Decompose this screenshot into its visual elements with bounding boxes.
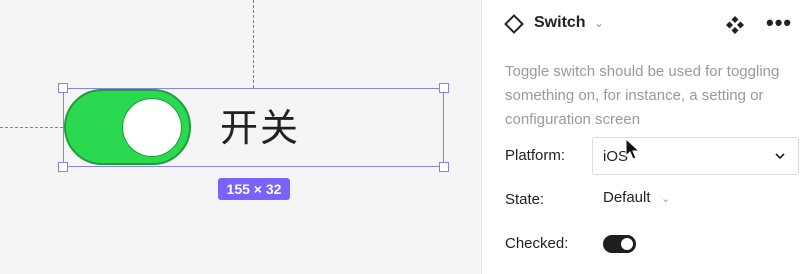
state-label: State: <box>505 191 545 208</box>
horizontal-guide-line <box>0 127 63 128</box>
more-icon[interactable]: ••• <box>766 12 792 34</box>
resize-handle-bottom-left[interactable] <box>58 162 68 172</box>
component-name[interactable]: Switch <box>534 14 586 32</box>
design-canvas[interactable]: 开关 155 × 32 <box>0 0 481 274</box>
chevron-down-icon: ⌄ <box>660 193 671 205</box>
state-dropdown[interactable]: Default ⌄ <box>603 189 670 213</box>
resize-handle-top-right[interactable] <box>439 83 449 93</box>
properties-panel: Switch ⌄ ••• Toggle switch should be use… <box>481 0 800 274</box>
resize-handle-top-left[interactable] <box>58 83 68 93</box>
component-description: Toggle switch should be used for togglin… <box>505 63 780 128</box>
size-badge: 155 × 32 <box>218 178 290 200</box>
vertical-guide-line <box>253 0 254 88</box>
chevron-down-icon <box>775 153 785 160</box>
platform-select[interactable]: iOS <box>592 137 799 175</box>
checked-toggle[interactable] <box>603 235 636 253</box>
selection-box[interactable] <box>63 88 444 167</box>
checked-label: Checked: <box>505 235 569 252</box>
panel-header: Switch ⌄ ••• <box>482 0 800 50</box>
diamond-icon <box>504 14 524 34</box>
mouse-cursor-icon <box>625 138 641 160</box>
state-value: Default <box>603 189 651 206</box>
platform-label: Platform: <box>505 147 566 164</box>
resize-handle-bottom-right[interactable] <box>439 162 449 172</box>
components-icon[interactable] <box>725 15 745 35</box>
chevron-down-icon[interactable]: ⌄ <box>594 16 604 30</box>
checked-toggle-knob <box>621 238 633 250</box>
